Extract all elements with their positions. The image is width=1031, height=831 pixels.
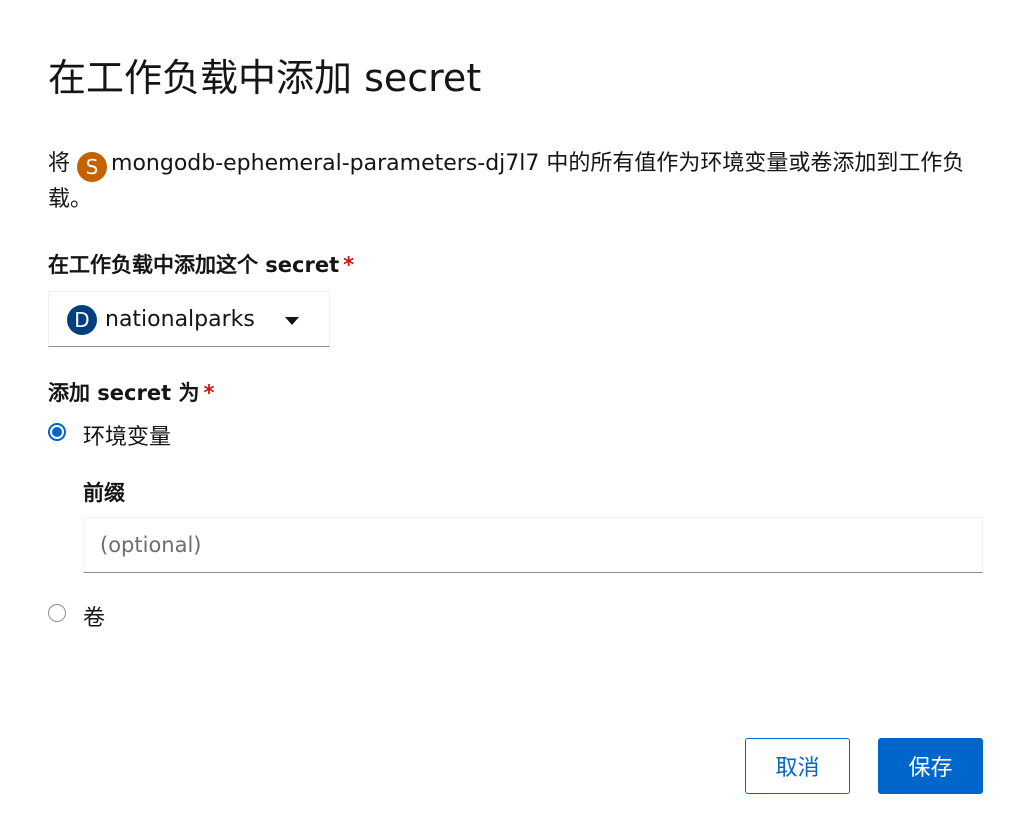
required-indicator: *	[343, 253, 355, 277]
radio-environment-variables-label[interactable]: 环境变量	[83, 423, 171, 453]
caret-down-icon	[285, 317, 299, 325]
radio-volume-label[interactable]: 卷	[83, 604, 105, 634]
dialog-description: 将 Smongodb-ephemeral-parameters-dj7l7 中的…	[48, 146, 983, 218]
add-secret-dialog: 在工作负载中添加 secret 将 Smongodb-ephemeral-par…	[0, 0, 1031, 831]
dialog-title: 在工作负载中添加 secret	[48, 56, 482, 100]
add-as-label-text: 添加 secret 为	[48, 381, 200, 405]
workload-field-label: 在工作负载中添加这个 secret *	[48, 250, 354, 280]
description-prefix: 将	[48, 151, 71, 176]
required-indicator: *	[203, 381, 215, 405]
cancel-button[interactable]: 取消	[745, 738, 850, 794]
save-button[interactable]: 保存	[878, 738, 983, 794]
radio-volume[interactable]	[48, 604, 66, 622]
add-as-field-label: 添加 secret 为 *	[48, 378, 214, 408]
workload-selected-value: nationalparks	[105, 307, 255, 332]
workload-label-text: 在工作负载中添加这个 secret	[48, 253, 340, 277]
workload-resource-badge: D	[67, 305, 97, 335]
workload-dropdown[interactable]: D nationalparks	[48, 291, 330, 347]
prefix-field-label: 前缀	[83, 481, 125, 505]
prefix-input[interactable]	[83, 517, 983, 573]
secret-resource-badge: S	[77, 152, 108, 182]
radio-environment-variables[interactable]	[48, 423, 66, 441]
secret-resource-name: mongodb-ephemeral-parameters-dj7l7	[111, 151, 540, 176]
